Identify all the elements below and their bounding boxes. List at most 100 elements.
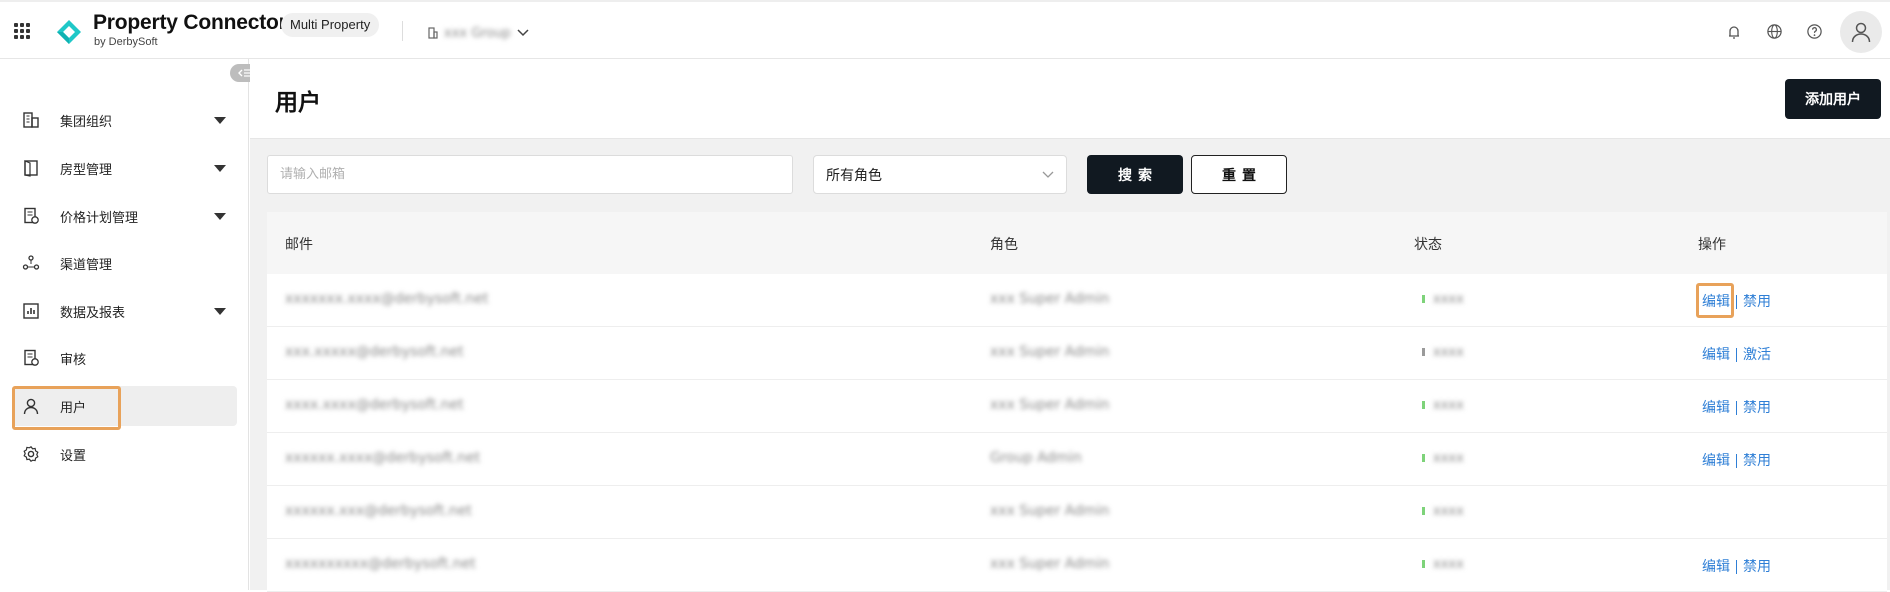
mode-badge: Multi Property: [281, 13, 380, 37]
email-cell: xxx.xxxxx@derbysoft.net: [285, 344, 464, 360]
column-header-email: 邮件: [285, 237, 313, 253]
action-divider: [1736, 454, 1737, 468]
status-cell: xxxx: [1422, 344, 1464, 360]
sidebar-item-room-types[interactable]: 房型管理: [12, 148, 237, 188]
role-select[interactable]: 所有角色: [813, 155, 1067, 194]
email-cell: xxxxxx.xxx@derbysoft.net: [285, 503, 472, 519]
action-divider: [1736, 348, 1737, 362]
group-selector-label: xxx Group: [444, 25, 511, 41]
disable-link[interactable]: 禁用: [1743, 453, 1771, 469]
status-cell: xxxx: [1422, 291, 1464, 307]
status-indicator: [1422, 401, 1425, 409]
brand-logo: [57, 20, 81, 44]
action-divider: [1736, 401, 1737, 415]
globe-icon[interactable]: [1754, 2, 1794, 61]
table-row: xxxxxxx.xxxx@derbysoft.net xxx Super Adm…: [267, 274, 1887, 327]
caret-down-icon: [214, 212, 226, 220]
disable-link[interactable]: 禁用: [1743, 559, 1771, 575]
action-divider: [1736, 295, 1737, 309]
actions-cell: 编辑 禁用: [1702, 291, 1771, 311]
actions-cell: 编辑 禁用: [1702, 450, 1771, 470]
status-cell: xxxx: [1422, 556, 1464, 572]
email-cell: xxxx.xxxx@derbysoft.net: [285, 397, 464, 413]
role-select-value: 所有角色: [826, 167, 882, 184]
email-search-input[interactable]: [267, 155, 793, 194]
edit-link[interactable]: 编辑: [1702, 453, 1730, 469]
group-selector[interactable]: xxx Group: [428, 24, 529, 42]
main-content: 用户 添加用户 所有角色 搜索 重置 邮件 角色 状态 操作 xxxxxxx.x…: [250, 59, 1890, 592]
role-cell: xxx Super Admin: [990, 397, 1110, 413]
status-text: xxxx: [1433, 292, 1464, 307]
users-table: 邮件 角色 状态 操作 xxxxxxx.xxxx@derbysoft.net x…: [267, 212, 1887, 592]
sidebar-item-channels[interactable]: 渠道管理: [12, 243, 237, 283]
status-cell: xxxx: [1422, 397, 1464, 413]
caret-down-icon: [214, 116, 226, 124]
edit-link[interactable]: 编辑: [1702, 400, 1730, 416]
status-indicator: [1422, 560, 1425, 568]
email-cell: xxxxxxx.xxxx@derbysoft.net: [285, 291, 489, 307]
email-cell: xxxxxx.xxxx@derbysoft.net: [285, 450, 481, 466]
column-header-actions: 操作: [1698, 237, 1726, 253]
actions-cell: 编辑 禁用: [1702, 556, 1771, 576]
activate-link[interactable]: 激活: [1743, 347, 1771, 363]
role-cell: xxx Super Admin: [990, 344, 1110, 360]
app-grid-icon[interactable]: [14, 23, 30, 39]
help-icon[interactable]: [1794, 2, 1834, 61]
sidebar-item-group-org[interactable]: 集团组织: [12, 100, 237, 140]
edit-link[interactable]: 编辑: [1702, 294, 1730, 310]
bell-icon[interactable]: [1714, 2, 1754, 61]
brand-name: Property Connector: [93, 11, 287, 34]
sidebar-item-audit[interactable]: 审核: [12, 338, 237, 378]
actions-cell: 编辑 禁用: [1702, 397, 1771, 417]
status-text: xxxx: [1433, 398, 1464, 413]
edit-link[interactable]: 编辑: [1702, 347, 1730, 363]
column-header-status: 状态: [1414, 237, 1442, 253]
role-cell: xxx Super Admin: [990, 556, 1110, 572]
user-icon: [16, 397, 46, 415]
sidebar-item-price-plans[interactable]: 价格计划管理: [12, 196, 237, 236]
sidebar-item-label: 渠道管理: [60, 257, 113, 273]
search-button[interactable]: 搜索: [1087, 155, 1183, 194]
table-row: xxxx.xxxx@derbysoft.net xxx Super Admin …: [267, 380, 1887, 433]
status-indicator: [1422, 507, 1425, 515]
add-user-button[interactable]: 添加用户: [1785, 79, 1881, 119]
caret-down-icon: [214, 307, 226, 315]
page-header: 用户 添加用户: [250, 59, 1890, 139]
divider: [402, 21, 403, 41]
sidebar-item-users[interactable]: 用户: [12, 386, 237, 426]
status-text: xxxx: [1433, 345, 1464, 360]
sidebar: 集团组织 房型管理 价格计划管理 渠道管理 数据及报表 审核 用户 设置: [0, 59, 260, 590]
chevron-down-icon: [1042, 171, 1054, 178]
audit-icon: [16, 349, 46, 367]
sidebar-item-reports[interactable]: 数据及报表: [12, 291, 237, 331]
table-header: 邮件 角色 状态 操作: [267, 212, 1887, 274]
status-text: xxxx: [1433, 504, 1464, 519]
role-cell: xxx Super Admin: [990, 291, 1110, 307]
user-avatar[interactable]: [1840, 10, 1882, 53]
table-row: xxxxxxxxxx@derbysoft.net xxx Super Admin…: [267, 539, 1887, 592]
chevron-down-icon: [517, 29, 529, 37]
column-header-role: 角色: [990, 237, 1018, 253]
sidebar-item-label: 用户: [60, 400, 87, 416]
table-row: xxx.xxxxx@derbysoft.net xxx Super Admin …: [267, 327, 1887, 380]
status-cell: xxxx: [1422, 503, 1464, 519]
report-icon: [16, 302, 46, 320]
page-title: 用户: [275, 90, 321, 116]
brand-subtitle: by DerbySoft: [94, 36, 158, 48]
sidebar-item-label: 集团组织: [60, 114, 113, 130]
edit-link[interactable]: 编辑: [1702, 559, 1730, 575]
email-cell: xxxxxxxxxx@derbysoft.net: [285, 556, 476, 572]
reset-button[interactable]: 重置: [1191, 155, 1287, 194]
status-indicator: [1422, 348, 1425, 356]
channel-icon: [16, 254, 46, 272]
sidebar-item-settings[interactable]: 设置: [12, 434, 237, 474]
status-text: xxxx: [1433, 451, 1464, 466]
sidebar-item-label: 数据及报表: [60, 305, 126, 321]
disable-link[interactable]: 禁用: [1743, 294, 1771, 310]
disable-link[interactable]: 禁用: [1743, 400, 1771, 416]
caret-down-icon: [214, 164, 226, 172]
table-row: xxxxxx.xxx@derbysoft.net xxx Super Admin…: [267, 486, 1887, 539]
sidebar-item-label: 价格计划管理: [60, 210, 139, 226]
price-plan-icon: [16, 207, 46, 225]
action-divider: [1736, 560, 1737, 574]
